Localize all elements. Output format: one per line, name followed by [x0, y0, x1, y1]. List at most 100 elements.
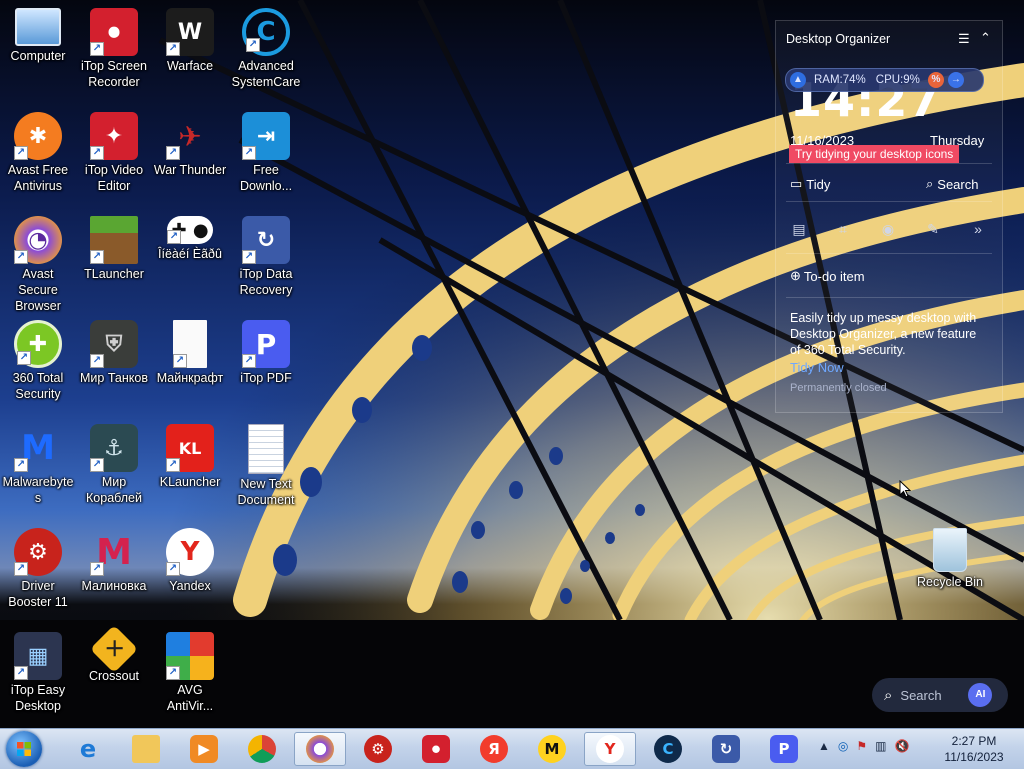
taskbar-itop-pdf[interactable]: P: [758, 732, 810, 766]
tidy-tip-banner[interactable]: Try tidying your desktop icons: [789, 145, 960, 163]
desktop-icon-recycle-bin[interactable]: Recycle Bin: [912, 522, 988, 590]
taskbar-chrome[interactable]: [236, 732, 288, 766]
organizer-search-button[interactable]: ⌕ Search: [926, 176, 978, 192]
todo-label: To-do item: [803, 268, 865, 284]
tidy-label: Tidy: [806, 176, 831, 192]
desktop-icon-itop-video-editor[interactable]: ✦ ↗ iTop Video Editor: [76, 106, 152, 194]
arrow-right-icon[interactable]: →: [947, 72, 964, 88]
crop-icon[interactable]: ⌗: [833, 221, 853, 238]
desktop-icon-itop-screen-recorder[interactable]: ⏺ ↗ iTop Screen Recorder: [76, 2, 152, 90]
network-icon[interactable]: ▥: [875, 739, 886, 753]
avast-secure-browser-icon: [306, 735, 334, 763]
tlauncher-icon: ↗: [90, 216, 138, 264]
desktop-icon-online-games[interactable]: ✚ ● ↗ Îíëàéí Èãðû: [152, 210, 228, 262]
desktop-icon-crossout[interactable]: ✕ Crossout: [76, 624, 152, 684]
desktop-icon-mir-tankov[interactable]: ⛨ ↗ Мир Танков: [76, 314, 152, 386]
desktop-icon-computer[interactable]: Computer: [0, 2, 76, 64]
warface-icon: W ↗: [166, 8, 214, 56]
volume-muted-icon[interactable]: 🔇: [894, 739, 909, 753]
search-placeholder[interactable]: Search: [900, 688, 956, 703]
taskbar-media-player[interactable]: ▶: [178, 732, 230, 766]
taskbar-yandex[interactable]: Y: [584, 732, 636, 766]
desktop-organizer-panel: Desktop Organizer ☰ ⌃ 14:27 ▲ RAM:74% CP…: [775, 20, 1003, 413]
text-file-icon: [248, 424, 284, 474]
desktop-icon-tlauncher[interactable]: ↗ TLauncher: [76, 210, 152, 282]
desktop-icon-360-total-security[interactable]: ✚ ↗ 360 Total Security: [0, 314, 76, 402]
taskbar-yandex-browser[interactable]: Я: [468, 732, 520, 766]
desktop-icon-war-thunder[interactable]: ✈ ↗ War Thunder: [152, 106, 228, 178]
divider: [786, 297, 992, 298]
menu-icon[interactable]: ☰: [958, 31, 970, 47]
advanced-systemcare-icon: C: [654, 735, 682, 763]
action-center-icon[interactable]: ⚑: [856, 739, 867, 753]
desktop-icon-advanced-systemcare[interactable]: C ↗ Advanced SystemCare: [228, 2, 304, 90]
desktop-icon-mir-korabley[interactable]: ⚓ ↗ Мир Кораблей: [76, 418, 152, 506]
itop-pdf-icon: P: [770, 735, 798, 763]
itop-data-recovery-icon: ↻ ↗: [242, 216, 290, 264]
start-button[interactable]: [6, 731, 42, 767]
collapse-icon[interactable]: ⌃: [980, 30, 991, 46]
desktop-icon-new-text-document[interactable]: New Text Document: [228, 418, 304, 508]
desktop-icon-malinovka[interactable]: M ↗ Малиновка: [76, 522, 152, 594]
war-thunder-icon: ✈ ↗: [166, 112, 214, 160]
todo-item-button[interactable]: ⊕ To-do item: [790, 268, 865, 284]
permanently-closed-link[interactable]: Permanently closed: [790, 382, 887, 394]
taskbar-itop-screen-recorder[interactable]: ⏺: [410, 732, 462, 766]
expand-icon[interactable]: »: [968, 221, 988, 237]
clock-time: 2:27 PM: [951, 734, 997, 748]
desktop-icon-yandex[interactable]: Y ↗ Yandex: [152, 522, 228, 594]
search-label: Search: [937, 176, 979, 192]
download-manager-icon: ⇥ ↗: [242, 112, 290, 160]
rocket-icon[interactable]: ▲: [790, 72, 806, 88]
taskbar-internet-explorer[interactable]: e: [62, 732, 114, 766]
show-hidden-icons-icon[interactable]: ▲: [818, 739, 830, 753]
360-security-icon: ✚ ↗: [14, 320, 62, 368]
ram-usage: RAM:74%: [814, 74, 866, 86]
resource-monitor[interactable]: ▲ RAM:74% CPU:9% % →: [785, 68, 984, 92]
desktop-icon-warface[interactable]: W ↗ Warface: [152, 2, 228, 74]
mouse-cursor-icon: [899, 480, 911, 498]
itop-data-recovery-icon: ↻: [712, 735, 740, 763]
chrome-icon: [248, 735, 276, 763]
percent-icon[interactable]: %: [927, 72, 944, 88]
taskbar-driver-booster[interactable]: ⚙: [352, 732, 404, 766]
eye-icon[interactable]: ◉: [878, 221, 898, 238]
taskbar-clock[interactable]: 2:27 PM 11/16/2023: [938, 733, 1010, 765]
internet-explorer-icon: e: [79, 735, 97, 763]
desktop-icon-itop-pdf[interactable]: P ↗ iTop PDF: [228, 314, 304, 386]
divider: [786, 253, 992, 254]
divider: [786, 201, 992, 202]
desktop-icon-driver-booster[interactable]: ⚙ ↗ Driver Booster 11: [0, 522, 76, 610]
taskbar-avast-secure-browser[interactable]: [294, 732, 346, 766]
desktop-icon-malwarebytes[interactable]: M ↗ Malwarebytes: [0, 418, 76, 506]
taskbar-itop-data-recovery[interactable]: ↻: [700, 732, 752, 766]
advanced-systemcare-tray-icon[interactable]: ◎: [838, 739, 848, 753]
mir-tankov-icon: ⛨ ↗: [90, 320, 138, 368]
desktop-icon-itop-data-recovery[interactable]: ↻ ↗ iTop Data Recovery: [228, 210, 304, 298]
desktop-search-widget[interactable]: ⌕ Search AI: [872, 678, 1008, 712]
organizer-title: Desktop Organizer: [786, 32, 891, 46]
desktop-icon-free-download-manager[interactable]: ⇥ ↗ Free Downlo...: [228, 106, 304, 194]
recycle-bin-icon: [933, 528, 967, 572]
driver-booster-icon: ⚙ ↗: [14, 528, 62, 576]
plus-circle-icon: ⊕: [790, 268, 801, 283]
desktop-icon-avast-free-antivirus[interactable]: ✱ ↗ Avast Free Antivirus: [0, 106, 76, 194]
notes-icon[interactable]: ▤: [789, 221, 809, 238]
tidy-button[interactable]: ▭ Tidy: [790, 176, 830, 192]
desktop-icon-avast-secure-browser[interactable]: ◔ ↗ Avast Secure Browser: [0, 210, 76, 314]
yandex-market-icon: M: [538, 735, 566, 763]
desktop-icon-itop-easy-desktop[interactable]: ▦ ↗ iTop Easy Desktop: [0, 626, 76, 714]
taskbar-advanced-systemcare[interactable]: C: [642, 732, 694, 766]
itop-video-editor-icon: ✦ ↗: [90, 112, 138, 160]
taskbar-file-explorer[interactable]: [120, 732, 172, 766]
desktop-icon-klauncher[interactable]: KL ↗ KLauncher: [152, 418, 228, 490]
mir-korabley-icon: ⚓ ↗: [90, 424, 138, 472]
ai-assistant-icon[interactable]: AI: [968, 683, 993, 707]
windows-logo-icon: [17, 742, 31, 756]
edit-icon[interactable]: ✎: [923, 221, 943, 238]
crossout-icon: ✕: [89, 624, 139, 674]
taskbar-yandex-market[interactable]: M: [526, 732, 578, 766]
desktop-icon-avg-antivirus[interactable]: ↗ AVG AntiVir...: [152, 626, 228, 714]
tidy-now-link[interactable]: Tidy Now: [790, 360, 844, 375]
desktop-icon-minecraft[interactable]: ↗ Майнкрафт: [152, 314, 228, 386]
